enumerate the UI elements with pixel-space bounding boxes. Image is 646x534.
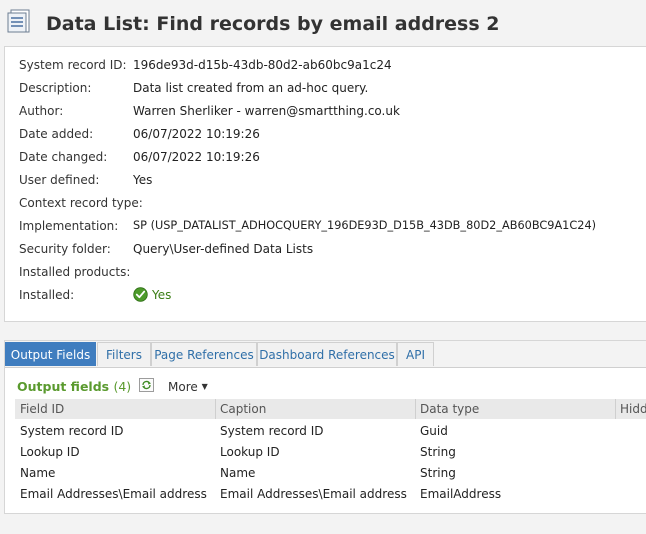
detail-label: Date added: — [19, 127, 94, 141]
cell-field-id: Email Addresses\Email address — [20, 487, 207, 501]
detail-value: Data list created from an ad-hoc query. — [133, 81, 369, 95]
cell-caption: Name — [220, 466, 256, 480]
detail-value: 196de93d-d15b-43db-80d2-ab60bc9a1c24 — [133, 58, 392, 72]
detail-value: Warren Sherliker - warren@smartthing.co.… — [133, 104, 400, 118]
cell-field-id: Name — [20, 466, 56, 480]
title-bar: Data List: Find records by email address… — [0, 0, 646, 44]
detail-label: Installed: — [19, 288, 75, 302]
grid-header: Field ID Caption Data type Hidd — [15, 399, 646, 419]
section-title-text: Output fields — [17, 379, 110, 394]
data-list-icon — [7, 9, 30, 33]
detail-value: Yes — [133, 173, 153, 187]
column-header-data-type[interactable]: Data type — [415, 399, 615, 419]
table-row[interactable]: Name Name String — [15, 463, 646, 484]
detail-label: Context record type: — [19, 196, 143, 210]
detail-value: 06/07/2022 10:19:26 — [133, 150, 260, 164]
detail-label: Security folder: — [19, 242, 111, 256]
refresh-icon — [142, 380, 151, 390]
cell-data-type: EmailAddress — [420, 487, 502, 501]
detail-value: SP (USP_DATALIST_ADHOCQUERY_196DE93D_D15… — [133, 219, 597, 232]
detail-label: Date changed: — [19, 150, 108, 164]
tab-filters[interactable]: Filters — [97, 342, 151, 366]
detail-label: Implementation: — [19, 219, 119, 233]
refresh-button[interactable] — [139, 378, 154, 392]
detail-value: 06/07/2022 10:19:26 — [133, 127, 260, 141]
column-header-caption[interactable]: Caption — [215, 399, 415, 419]
detail-label: System record ID: — [19, 58, 127, 72]
column-header-hidden[interactable]: Hidd — [615, 399, 646, 419]
column-header-field-id[interactable]: Field ID — [15, 399, 215, 419]
tab-api[interactable]: API — [397, 342, 434, 366]
table-row[interactable]: Email Addresses\Email address Email Addr… — [15, 484, 646, 505]
detail-label: Installed products: — [19, 265, 131, 279]
installed-value: Yes — [152, 288, 172, 302]
detail-label: User defined: — [19, 173, 100, 187]
cell-caption: Lookup ID — [220, 445, 280, 459]
cell-field-id: Lookup ID — [20, 445, 80, 459]
caret-down-icon: ▼ — [201, 382, 208, 391]
cell-data-type: Guid — [420, 424, 448, 438]
tabs-panel: Output Fields Filters Page References Da… — [4, 340, 646, 514]
cell-data-type: String — [420, 466, 456, 480]
detail-label: Author: — [19, 104, 64, 118]
detail-value: Query\User-defined Data Lists — [133, 242, 314, 256]
table-row[interactable]: System record ID System record ID Guid — [15, 421, 646, 442]
cell-data-type: String — [420, 445, 456, 459]
cell-caption: Email Addresses\Email address — [220, 487, 407, 501]
tab-output-fields[interactable]: Output Fields — [5, 342, 96, 366]
check-circle-icon — [133, 287, 148, 302]
tab-dashboard-references[interactable]: Dashboard References — [257, 342, 397, 366]
page-title: Data List: Find records by email address… — [46, 13, 500, 35]
table-row[interactable]: Lookup ID Lookup ID String — [15, 442, 646, 463]
section-count: (4) — [113, 379, 132, 394]
cell-field-id: System record ID — [20, 424, 124, 438]
more-menu-button[interactable]: More ▼ — [168, 380, 208, 394]
tab-page-references[interactable]: Page References — [151, 342, 257, 366]
record-details-panel: System record ID: 196de93d-d15b-43db-80d… — [4, 46, 646, 322]
tab-strip: Output Fields Filters Page References Da… — [5, 341, 646, 368]
more-label: More — [168, 380, 198, 394]
detail-label: Description: — [19, 81, 92, 95]
section-title: Output fields (4) — [17, 379, 131, 394]
cell-caption: System record ID — [220, 424, 324, 438]
